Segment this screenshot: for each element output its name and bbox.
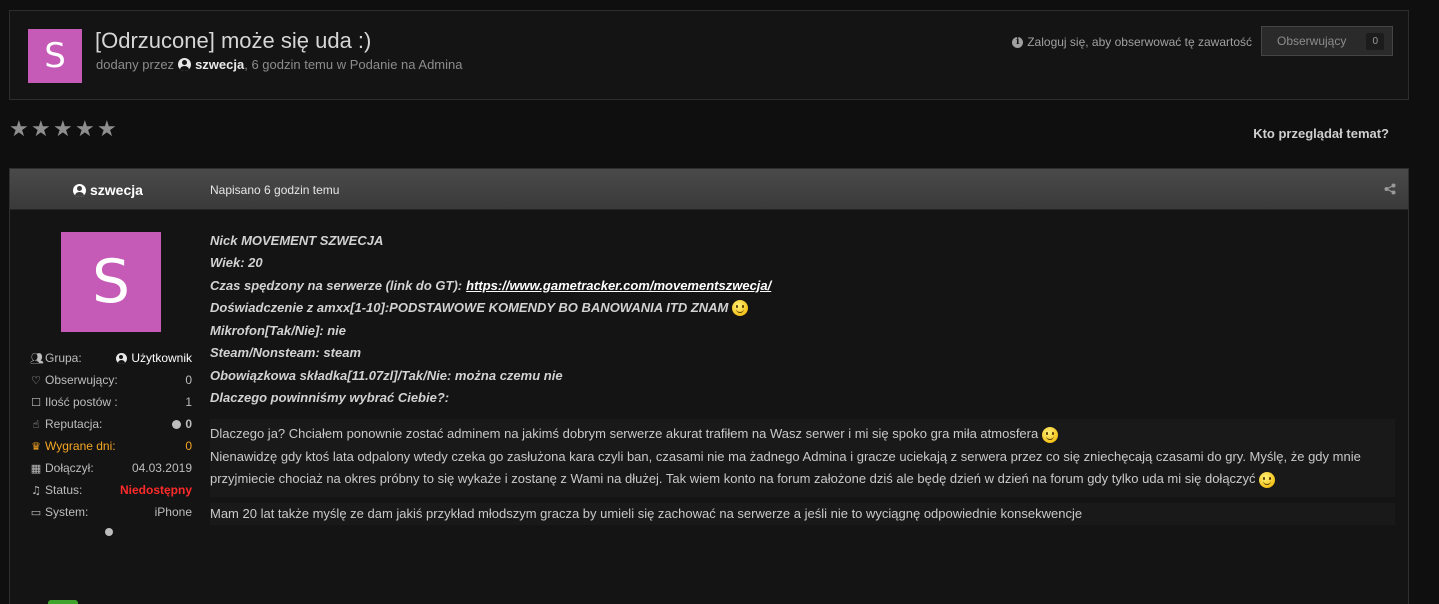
- stat-days-won: ♛ Wygrane dni: 0: [30, 435, 192, 457]
- stat-value: 0: [185, 373, 192, 387]
- stat-label: Wygrane dni:: [45, 439, 116, 453]
- trophy-icon: ♛: [31, 439, 41, 453]
- stat-label: Reputacja:: [45, 417, 103, 431]
- post-author-name[interactable]: szwecja: [90, 182, 143, 198]
- answer-block: Dlaczego ja? Chciałem ponownie zostać ad…: [210, 419, 1395, 497]
- answer-paragraph: Mam 20 lat także myślę ze dam jakiś przy…: [210, 505, 1083, 521]
- page-title: [Odrzucone] może się uda :): [95, 28, 372, 53]
- calendar-icon: ▦: [30, 461, 42, 475]
- user-icon: [178, 58, 192, 71]
- offline-dot-icon: [105, 528, 113, 536]
- question-line: Steam/Nonsteam: steam: [210, 345, 361, 361]
- question-line: Obowiązkowa składka[11.07zl]/Tak/Nie: mo…: [210, 367, 563, 383]
- smiley-icon: [1041, 426, 1058, 443]
- post-author-avatar[interactable]: S: [61, 232, 161, 332]
- post: szwecja Napisano 6 godzin temu S 👥︎ Grupa…: [9, 168, 1409, 604]
- author-stats: 👥︎ Grupa: Użytkownik ♡ Obserwujący: 0 ☐ Ilo…: [30, 347, 192, 523]
- post-header: szwecja Napisano 6 godzin temu: [10, 169, 1408, 210]
- share-icon[interactable]: [1384, 183, 1396, 195]
- stat-label: Obserwujący:: [45, 373, 118, 387]
- stat-value: Niedostępny: [119, 483, 192, 497]
- question-line: Doświadczenie z amxx[1-10]:PODSTAWOWE KO…: [210, 297, 1395, 320]
- stat-joined: ▦ Dołączył: 04.03.2019: [30, 457, 192, 479]
- user-icon: [116, 352, 128, 364]
- stat-value: Użytkownik: [131, 351, 192, 365]
- laptop-icon: ▭: [30, 505, 42, 519]
- star-icon[interactable]: ★: [53, 119, 74, 141]
- topic-header: S [Odrzucone] może się uda :) dodany prz…: [9, 10, 1409, 100]
- bell-icon: ♫: [31, 483, 41, 497]
- post-content: Nick MOVEMENT SZWECJA Wiek: 20 Czas spęd…: [210, 229, 1395, 525]
- stat-value: 1: [185, 395, 192, 409]
- stat-followers: ♡ Obserwujący: 0: [30, 369, 192, 391]
- stat-label: Grupa:: [45, 351, 82, 365]
- stat-value: 04.03.2019: [131, 461, 192, 475]
- topic-author-avatar[interactable]: S: [28, 29, 82, 83]
- stat-value: iPhone: [154, 505, 192, 519]
- answer-paragraph: Dlaczego ja? Chciałem ponownie zostać ad…: [210, 423, 1395, 446]
- meta-suffix: , 6 godzin temu w Podanie na Admina: [244, 57, 463, 72]
- reputation-dot-icon: [172, 419, 182, 429]
- star-icon[interactable]: ★: [31, 119, 52, 141]
- stat-value: 0: [185, 439, 192, 453]
- info-icon: i: [1012, 36, 1024, 48]
- meta-prefix: dodany przez: [96, 57, 175, 72]
- smiley-icon: [732, 299, 749, 316]
- reputation-button[interactable]: [48, 600, 78, 604]
- answer-block: Mam 20 lat także myślę ze dam jakiś przy…: [210, 502, 1395, 525]
- user-icon: [73, 183, 86, 197]
- post-author-link[interactable]: szwecja: [73, 182, 143, 198]
- star-icon[interactable]: ★: [75, 119, 96, 141]
- stat-group: 👥︎ Grupa: Użytkownik: [30, 347, 192, 369]
- question-line: Czas spędzony na serwerze (link do GT): …: [210, 277, 772, 293]
- question-line: Mikrofon[Tak/Nie]: nie: [210, 322, 347, 338]
- who-viewed-link[interactable]: Kto przeglądał temat?: [1253, 126, 1389, 141]
- stat-label: Dołączył:: [45, 461, 94, 475]
- stat-posts: ☐ Ilość postów : 1: [30, 391, 192, 413]
- topic-author-name[interactable]: szwecja: [195, 57, 244, 72]
- star-icon[interactable]: ★: [97, 119, 118, 141]
- group-icon: 👥︎: [30, 351, 44, 365]
- post-date[interactable]: Napisano 6 godzin temu: [210, 183, 339, 197]
- heart-icon: ♡: [31, 373, 41, 387]
- thumbs-up-icon: ☝: [32, 417, 40, 431]
- posts-icon: ☐: [31, 395, 41, 409]
- follow-button-label: Obserwujący: [1277, 34, 1347, 48]
- star-icon[interactable]: ★: [9, 119, 30, 141]
- topic-author-link[interactable]: szwecja: [178, 57, 244, 72]
- follow-button[interactable]: Obserwujący 0: [1261, 26, 1393, 56]
- stat-label: Ilość postów :: [45, 395, 118, 409]
- answer-paragraph: Nienawidzę gdy ktoś lata odpalony wtedy …: [210, 448, 1361, 488]
- question-line: Wiek: 20: [210, 255, 263, 271]
- topic-meta: dodany przez szwecja , 6 godzin temu w P…: [96, 57, 462, 72]
- stat-status: ♫ Status: Niedostępny: [30, 479, 192, 501]
- stat-value: 0: [185, 417, 192, 431]
- login-hint-text[interactable]: Zaloguj się, aby obserwować tę zawartość: [1027, 35, 1252, 49]
- stat-label: Status:: [45, 483, 83, 497]
- login-hint[interactable]: i Zaloguj się, aby obserwować tę zawarto…: [1012, 35, 1252, 49]
- follow-count-badge: 0: [1366, 32, 1384, 50]
- stat-system: ▭ System: iPhone: [30, 501, 192, 523]
- question-line: Nick MOVEMENT SZWECJA: [210, 232, 384, 248]
- stat-label: System:: [45, 505, 89, 519]
- stat-reputation: ☝ Reputacja: 0: [30, 413, 192, 435]
- smiley-icon: [1259, 471, 1276, 488]
- gametracker-link[interactable]: https://www.gametracker.com/movementszwe…: [466, 278, 771, 293]
- star-rating[interactable]: ★ ★ ★ ★ ★: [9, 119, 118, 141]
- question-line: Dlaczego powinniśmy wybrać Ciebie?:: [210, 390, 450, 406]
